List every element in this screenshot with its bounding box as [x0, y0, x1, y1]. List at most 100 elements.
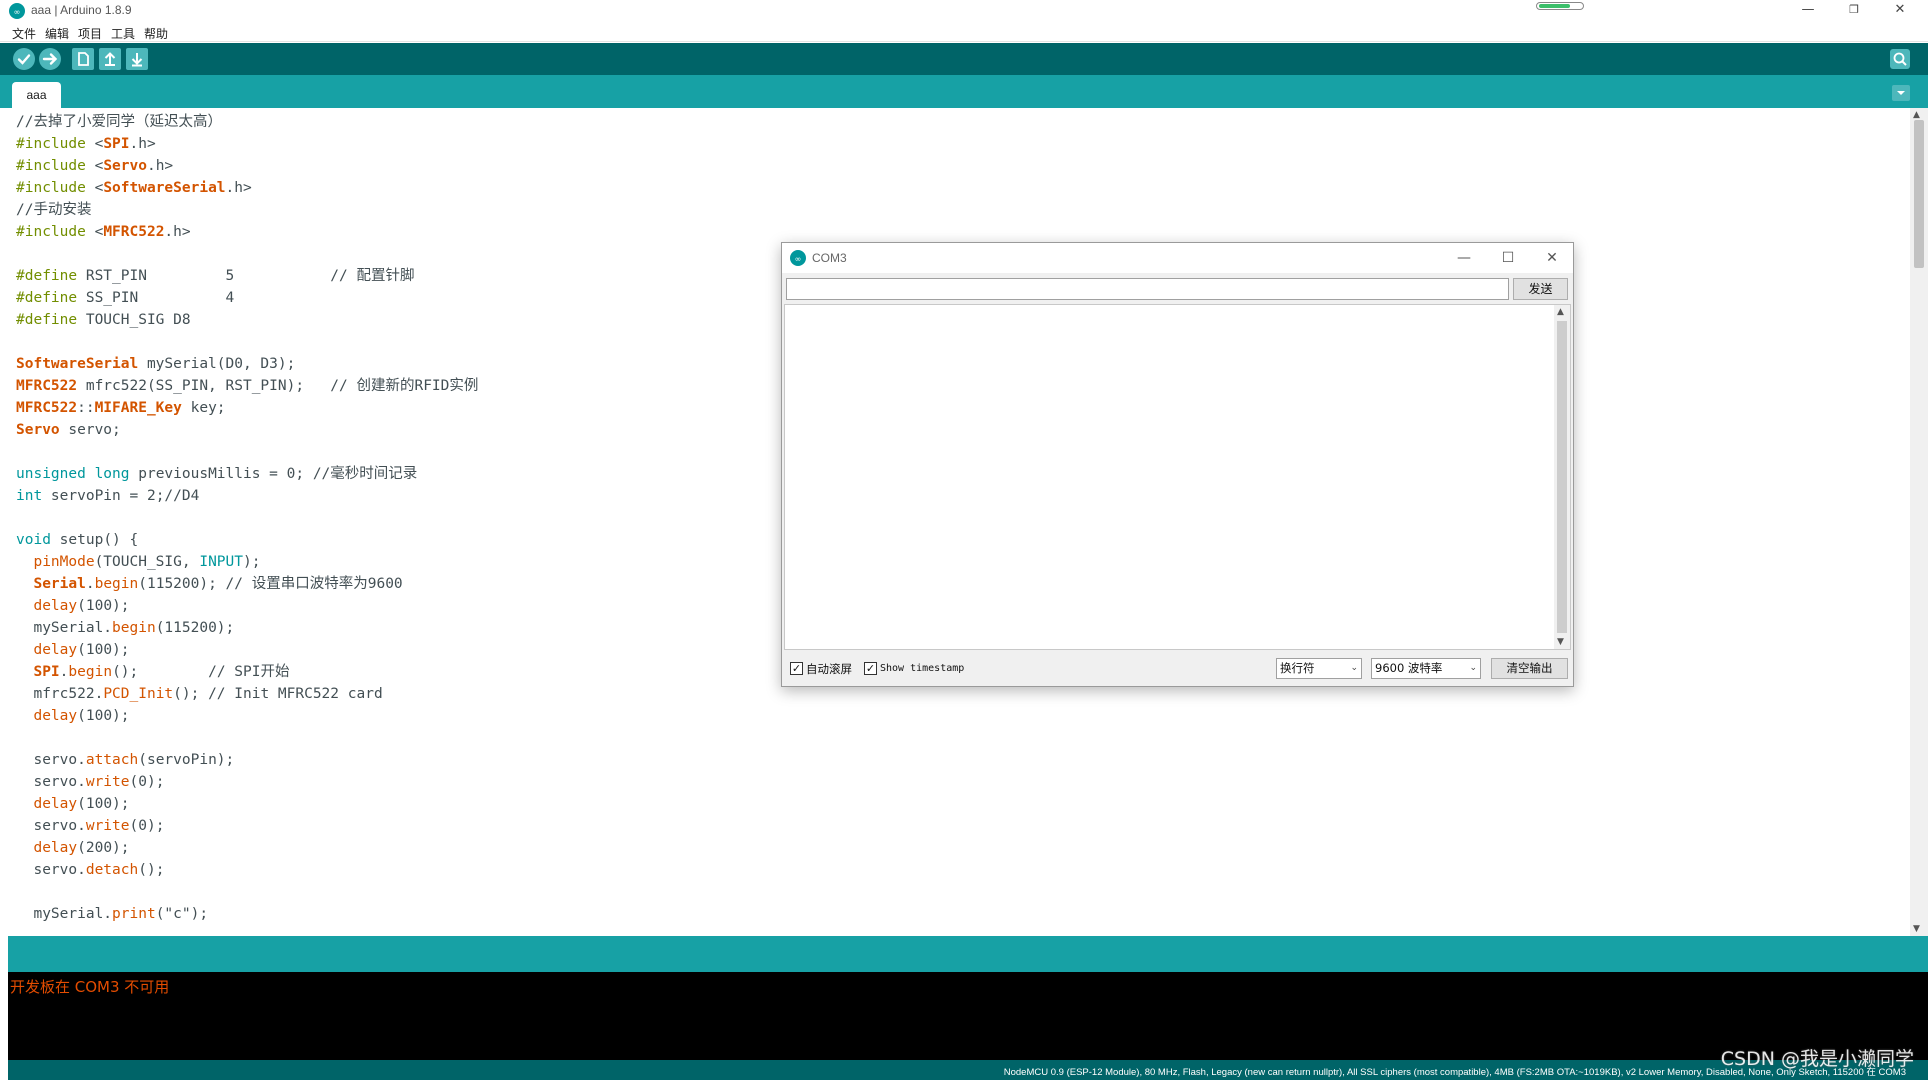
code-line: mySerial.print("c"); — [16, 903, 478, 925]
menu-edit[interactable]: 编辑 — [45, 25, 69, 42]
serial-monitor-button[interactable] — [1890, 49, 1910, 69]
verify-button[interactable] — [13, 48, 35, 70]
scroll-up-arrow[interactable]: ▲ — [1913, 110, 1920, 120]
close-button[interactable]: ✕ — [1878, 0, 1922, 22]
code-token: //去掉了小爱同学（延迟太高） — [16, 114, 222, 130]
serial-send-input[interactable] — [786, 278, 1509, 300]
baud-rate-select[interactable]: 9600 波特率 ⌄ — [1371, 658, 1481, 679]
serial-close-button[interactable]: ✕ — [1532, 247, 1572, 269]
menu-bar: 文件 编辑 项目 工具 帮助 — [0, 22, 1928, 42]
menu-tools[interactable]: 工具 — [111, 25, 135, 42]
menu-help[interactable]: 帮助 — [144, 25, 168, 42]
code-token: delay — [33, 642, 78, 658]
svg-text:∞: ∞ — [14, 8, 21, 17]
code-token: (100); — [77, 708, 130, 724]
code-line: servo.write(0); — [16, 815, 478, 837]
code-token: setup — [59, 532, 104, 548]
new-sketch-button[interactable] — [72, 48, 94, 70]
code-token: TOUCH_SIG D8 — [85, 312, 191, 328]
code-line: SoftwareSerial mySerial(D0, D3); — [16, 353, 478, 375]
code-token: (); — [138, 862, 165, 878]
code-token: int — [16, 488, 43, 504]
chevron-down-icon — [1897, 91, 1905, 95]
code-line: Servo servo; — [16, 419, 478, 441]
code-token: . — [85, 576, 95, 592]
code-token: #define — [16, 312, 86, 328]
upload-button[interactable] — [39, 48, 61, 70]
code-token: void — [16, 532, 51, 548]
code-token: (100); — [77, 796, 130, 812]
menu-sketch[interactable]: 项目 — [78, 25, 102, 42]
code-line: void setup() { — [16, 529, 478, 551]
send-button[interactable]: 发送 — [1513, 278, 1568, 300]
code-token: mySerial(D0, D3); — [138, 356, 296, 372]
open-button[interactable] — [99, 48, 121, 70]
serial-scroll-up-arrow[interactable]: ▲ — [1557, 307, 1564, 317]
editor-scroll-thumb[interactable] — [1914, 120, 1924, 268]
code-token: key; — [181, 400, 226, 416]
menu-file[interactable]: 文件 — [12, 25, 36, 42]
code-token: PCD_Init — [103, 686, 174, 702]
code-token: //手动安装 — [16, 202, 92, 218]
minimize-button[interactable]: — — [1786, 0, 1830, 22]
code-token: mfrc522. — [16, 686, 104, 702]
code-token: unsigned — [16, 466, 86, 482]
code-line: delay(100); — [16, 705, 478, 727]
scroll-down-arrow[interactable]: ▼ — [1913, 924, 1920, 934]
serial-scrollbar[interactable]: ▲ ▼ — [1554, 305, 1570, 649]
line-ending-select[interactable]: 换行符 ⌄ — [1276, 658, 1362, 679]
autoscroll-checkbox[interactable]: ✓ — [790, 662, 803, 675]
code-token: < — [94, 224, 104, 240]
progress-fill — [1539, 4, 1570, 8]
code-token: .h> — [164, 224, 191, 240]
code-token: .h> — [146, 158, 174, 174]
code-token: write — [85, 774, 130, 790]
serial-maximize-button[interactable]: ☐ — [1488, 247, 1528, 269]
editor-scrollbar[interactable]: ▲ ▼ — [1910, 108, 1928, 936]
clear-output-button[interactable]: 清空输出 — [1491, 658, 1568, 679]
code-token: previousMillis = 0; //毫秒时间记录 — [129, 466, 418, 482]
code-line: #include <Servo.h> — [16, 155, 478, 177]
progress-indicator — [1536, 2, 1584, 10]
restore-button[interactable]: ❐ — [1832, 0, 1876, 22]
code-token: ("c"); — [155, 906, 209, 922]
save-button[interactable] — [126, 48, 148, 70]
code-token: attach — [85, 752, 139, 768]
code-token: (); // Init MFRC522 card — [173, 686, 383, 702]
autoscroll-label: 自动滚屏 — [806, 662, 852, 676]
code-token: (servoPin); — [138, 752, 235, 768]
code-line: MFRC522::MIFARE_Key key; — [16, 397, 478, 419]
code-token: detach — [85, 862, 139, 878]
code-token: MFRC522 — [16, 400, 78, 416]
serial-scroll-down-arrow[interactable]: ▼ — [1557, 637, 1564, 647]
code-token: (115200); — [155, 620, 235, 636]
code-line: int servoPin = 2;//D4 — [16, 485, 478, 507]
code-token: MFRC522 — [16, 378, 78, 394]
timestamp-label: Show timestamp — [880, 663, 965, 674]
code-token: delay — [33, 840, 78, 856]
code-line: SPI.begin(); // SPI开始 — [16, 661, 478, 683]
code-token: mySerial. — [16, 620, 113, 636]
tab-aaa[interactable]: aaa — [12, 82, 61, 108]
code-line: Serial.begin(115200); // 设置串口波特率为9600 — [16, 573, 478, 595]
serial-minimize-button[interactable]: — — [1444, 247, 1484, 269]
code-token: < — [94, 158, 104, 174]
arduino-logo-icon: ∞ — [790, 250, 806, 266]
serial-monitor-title: COM3 — [812, 251, 847, 265]
code-token: print — [112, 906, 156, 922]
timestamp-checkbox[interactable]: ✓ — [864, 662, 877, 675]
code-line: //去掉了小爱同学（延迟太高） — [16, 111, 478, 133]
code-token: (); // SPI开始 — [112, 664, 290, 680]
serial-output-area[interactable]: ▲ ▼ — [784, 304, 1571, 650]
code-token: servo; — [59, 422, 121, 438]
code-token: begin — [94, 576, 139, 592]
tab-menu-button[interactable] — [1892, 85, 1910, 101]
serial-scroll-thumb[interactable] — [1557, 321, 1567, 633]
code-token: #include — [16, 158, 95, 174]
serial-monitor-titlebar: ∞ COM3 — ☐ ✕ — [782, 243, 1573, 273]
code-token: Servo — [16, 422, 60, 438]
